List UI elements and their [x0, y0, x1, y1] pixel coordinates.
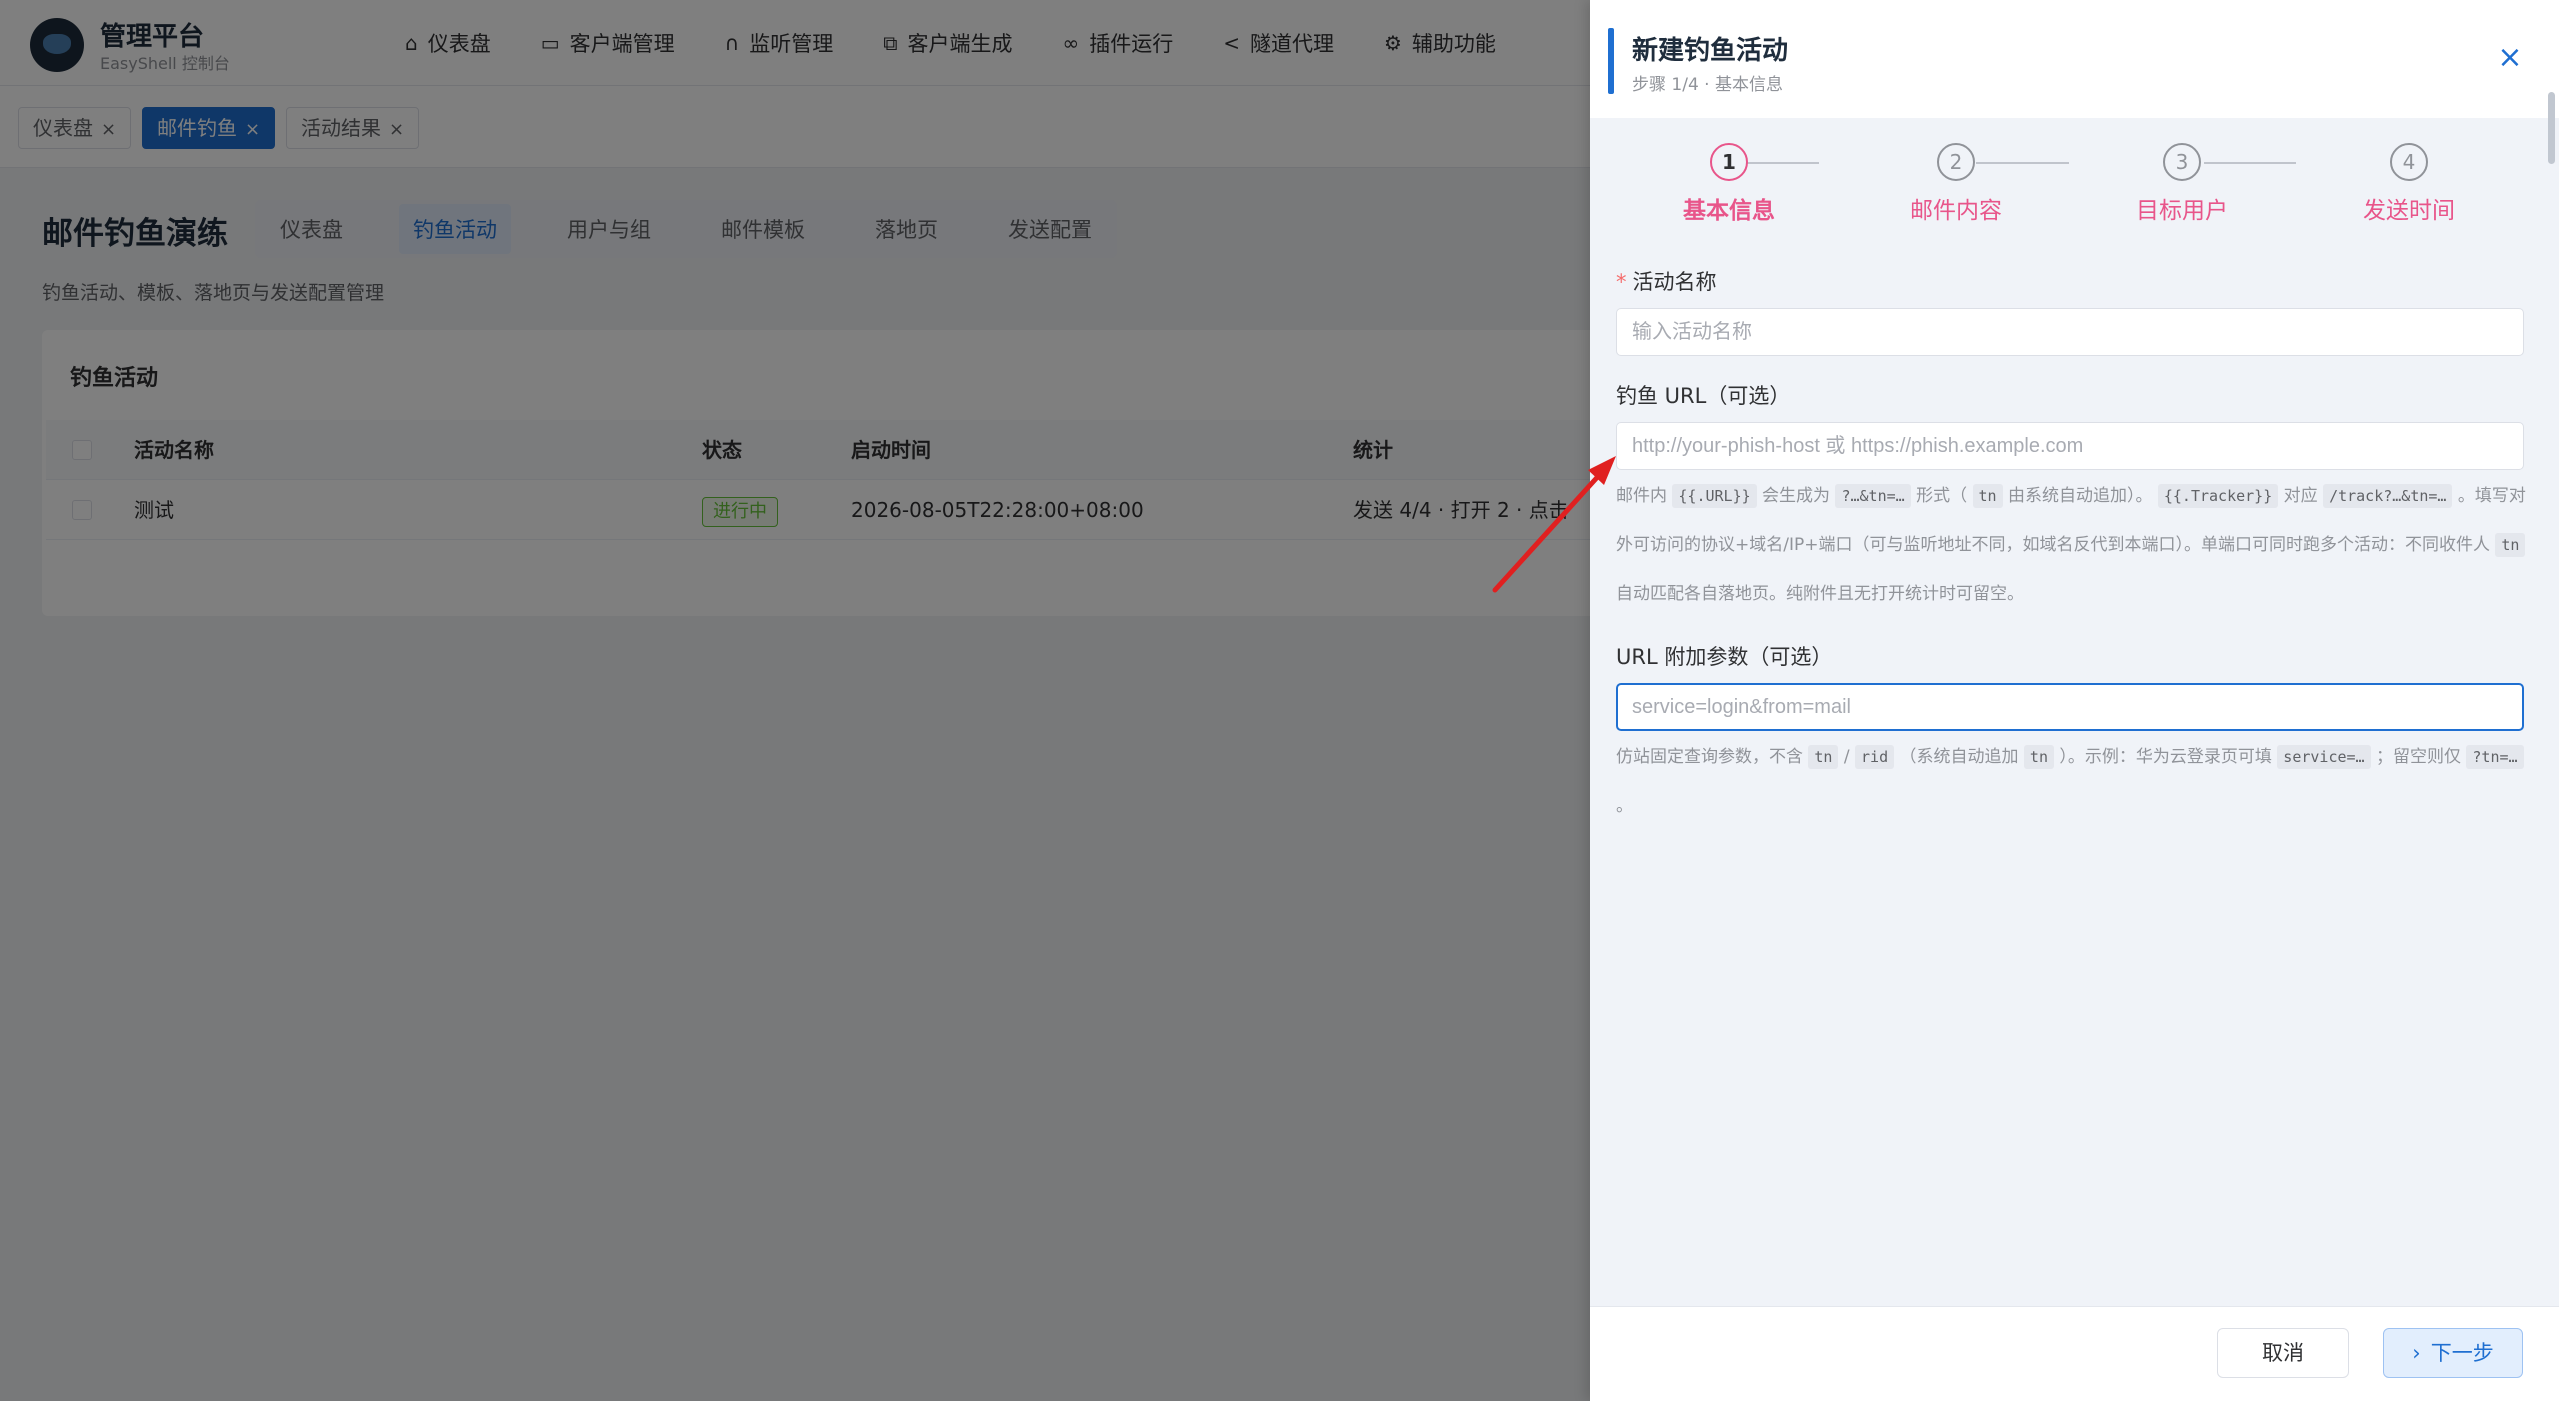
required-mark: *	[1616, 270, 1627, 294]
step-label: 目标用户	[2136, 198, 2228, 224]
drawer-header: 新建钓鱼活动 步骤 1/4 · 基本信息 ×	[1590, 0, 2559, 118]
modal-overlay[interactable]	[0, 0, 1590, 1401]
drawer-footer: 取消 › 下一步	[1590, 1306, 2559, 1401]
step-label: 邮件内容	[1910, 198, 2002, 224]
basic-info-form: * 活动名称 输入活动名称 钓鱼 URL（可选） http://your-phis…	[1616, 262, 2526, 831]
step-number: 3	[2163, 143, 2201, 181]
drawer-scrollbar[interactable]	[2548, 92, 2555, 164]
url-params-label: URL 附加参数（可选）	[1616, 645, 1833, 669]
url-params-input[interactable]: service=login&from=mail	[1616, 683, 2524, 731]
step-label: 发送时间	[2363, 198, 2455, 224]
close-icon[interactable]: ×	[2495, 43, 2525, 74]
step-basic-info: 1 基本信息	[1649, 140, 1809, 225]
campaign-name-label: * 活动名称	[1616, 270, 1717, 294]
drawer-subtitle: 步骤 1/4 · 基本信息	[1632, 75, 1783, 95]
phish-url-help: 邮件内 {{.URL}} 会生成为 ?…&tn=… 形式（ tn 由系统自动追加…	[1616, 484, 2526, 604]
step-send-time: 4 发送时间	[2329, 140, 2489, 225]
drawer-title: 新建钓鱼活动	[1632, 36, 1789, 66]
steps-indicator: 1 基本信息 2 邮件内容 3 目标用户 4 发送时间	[1590, 140, 2559, 240]
step-number: 4	[2390, 143, 2428, 181]
campaign-name-input[interactable]: 输入活动名称	[1616, 308, 2524, 356]
step-number: 1	[1710, 143, 1748, 181]
step-number: 2	[1937, 143, 1975, 181]
phish-url-label: 钓鱼 URL（可选）	[1616, 384, 1791, 408]
new-campaign-drawer: 新建钓鱼活动 步骤 1/4 · 基本信息 × 1 基本信息 2 邮件内容 3 目…	[1590, 0, 2559, 1401]
chevron-right-icon: ›	[2412, 1341, 2421, 1365]
step-target-users: 3 目标用户	[2102, 140, 2262, 225]
phish-url-input[interactable]: http://your-phish-host 或 https://phish.e…	[1616, 422, 2524, 470]
step-mail-content: 2 邮件内容	[1876, 140, 2036, 225]
step-label: 基本信息	[1683, 198, 1775, 224]
url-params-help: 仿站固定查询参数，不含 tn / rid （系统自动追加 tn ）。示例：华为云…	[1616, 733, 2526, 831]
cancel-button[interactable]: 取消	[2217, 1328, 2349, 1378]
header-accent-bar	[1608, 28, 1614, 94]
next-step-button[interactable]: › 下一步	[2383, 1328, 2523, 1378]
